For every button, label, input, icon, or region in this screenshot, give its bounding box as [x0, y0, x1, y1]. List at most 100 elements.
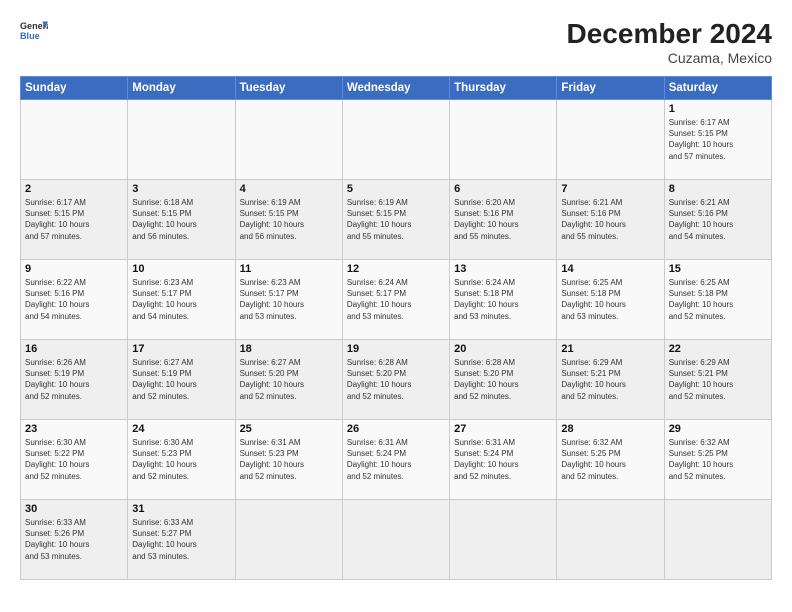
- day-info: Sunrise: 6:19 AM Sunset: 5:15 PM Dayligh…: [347, 197, 445, 242]
- day-number: 20: [454, 343, 552, 355]
- calendar-cell: [21, 100, 128, 180]
- day-info: Sunrise: 6:29 AM Sunset: 5:21 PM Dayligh…: [669, 357, 767, 402]
- calendar-cell: 26 Sunrise: 6:31 AM Sunset: 5:24 PM Dayli…: [342, 420, 449, 500]
- calendar-cell: 11 Sunrise: 6:23 AM Sunset: 5:17 PM Dayli…: [235, 260, 342, 340]
- day-info: Sunrise: 6:25 AM Sunset: 5:18 PM Dayligh…: [669, 277, 767, 322]
- day-number: 22: [669, 343, 767, 355]
- day-info: Sunrise: 6:31 AM Sunset: 5:24 PM Dayligh…: [347, 437, 445, 482]
- day-number: 6: [454, 183, 552, 195]
- calendar-cell: [557, 100, 664, 180]
- day-info: Sunrise: 6:31 AM Sunset: 5:23 PM Dayligh…: [240, 437, 338, 482]
- day-number: 4: [240, 183, 338, 195]
- calendar-cell: 8Sunrise: 6:21 AM Sunset: 5:16 PM Daylig…: [664, 180, 771, 260]
- day-number: 21: [561, 343, 659, 355]
- day-number: 13: [454, 263, 552, 275]
- calendar-cell: 2 Sunrise: 6:17 AM Sunset: 5:15 PM Daylig…: [21, 180, 128, 260]
- day-number: 2: [25, 183, 123, 195]
- week-row-6: 30Sunrise: 6:33 AM Sunset: 5:26 PM Dayli…: [21, 500, 772, 580]
- calendar-cell: 19Sunrise: 6:28 AM Sunset: 5:20 PM Dayli…: [342, 340, 449, 420]
- day-number: 26: [347, 423, 445, 435]
- calendar-cell: 7Sunrise: 6:21 AM Sunset: 5:16 PM Daylig…: [557, 180, 664, 260]
- calendar-cell: 30Sunrise: 6:33 AM Sunset: 5:26 PM Dayli…: [21, 500, 128, 580]
- calendar-cell: 18 Sunrise: 6:27 AM Sunset: 5:20 PM Dayli…: [235, 340, 342, 420]
- calendar-body: 1Sunrise: 6:17 AM Sunset: 5:15 PM Daylig…: [21, 100, 772, 580]
- day-info: Sunrise: 6:23 AM Sunset: 5:17 PM Dayligh…: [132, 277, 230, 322]
- calendar-cell: 3 Sunrise: 6:18 AM Sunset: 5:15 PM Daylig…: [128, 180, 235, 260]
- header-day-friday: Friday: [557, 77, 664, 100]
- calendar-cell: 20 Sunrise: 6:28 AM Sunset: 5:20 PM Dayli…: [450, 340, 557, 420]
- day-number: 29: [669, 423, 767, 435]
- day-info: Sunrise: 6:27 AM Sunset: 5:19 PM Dayligh…: [132, 357, 230, 402]
- day-info: Sunrise: 6:30 AM Sunset: 5:22 PM Dayligh…: [25, 437, 123, 482]
- day-info: Sunrise: 6:30 AM Sunset: 5:23 PM Dayligh…: [132, 437, 230, 482]
- week-row-2: 2 Sunrise: 6:17 AM Sunset: 5:15 PM Daylig…: [21, 180, 772, 260]
- calendar-cell: [235, 500, 342, 580]
- day-info: Sunrise: 6:24 AM Sunset: 5:18 PM Dayligh…: [454, 277, 552, 322]
- calendar-header: SundayMondayTuesdayWednesdayThursdayFrid…: [21, 77, 772, 100]
- day-info: Sunrise: 6:29 AM Sunset: 5:21 PM Dayligh…: [561, 357, 659, 402]
- calendar-cell: [128, 100, 235, 180]
- header-day-thursday: Thursday: [450, 77, 557, 100]
- calendar-cell: 22 Sunrise: 6:29 AM Sunset: 5:21 PM Dayli…: [664, 340, 771, 420]
- calendar-cell: 15Sunrise: 6:25 AM Sunset: 5:18 PM Dayli…: [664, 260, 771, 340]
- day-info: Sunrise: 6:22 AM Sunset: 5:16 PM Dayligh…: [25, 277, 123, 322]
- calendar-cell: [342, 500, 449, 580]
- day-info: Sunrise: 6:28 AM Sunset: 5:20 PM Dayligh…: [454, 357, 552, 402]
- title-block: December 2024 Cuzama, Mexico: [567, 18, 772, 66]
- day-info: Sunrise: 6:33 AM Sunset: 5:27 PM Dayligh…: [132, 517, 230, 562]
- day-number: 28: [561, 423, 659, 435]
- calendar-cell: [235, 100, 342, 180]
- day-number: 18: [240, 343, 338, 355]
- day-info: Sunrise: 6:26 AM Sunset: 5:19 PM Dayligh…: [25, 357, 123, 402]
- day-info: Sunrise: 6:19 AM Sunset: 5:15 PM Dayligh…: [240, 197, 338, 242]
- week-row-3: 9 Sunrise: 6:22 AM Sunset: 5:16 PM Daylig…: [21, 260, 772, 340]
- header-row: SundayMondayTuesdayWednesdayThursdayFrid…: [21, 77, 772, 100]
- day-info: Sunrise: 6:27 AM Sunset: 5:20 PM Dayligh…: [240, 357, 338, 402]
- week-row-4: 16Sunrise: 6:26 AM Sunset: 5:19 PM Dayli…: [21, 340, 772, 420]
- day-number: 23: [25, 423, 123, 435]
- calendar-cell: [342, 100, 449, 180]
- calendar-cell: 23 Sunrise: 6:30 AM Sunset: 5:22 PM Dayli…: [21, 420, 128, 500]
- day-info: Sunrise: 6:18 AM Sunset: 5:15 PM Dayligh…: [132, 197, 230, 242]
- calendar-cell: 17Sunrise: 6:27 AM Sunset: 5:19 PM Dayli…: [128, 340, 235, 420]
- calendar-cell: 14Sunrise: 6:25 AM Sunset: 5:18 PM Dayli…: [557, 260, 664, 340]
- day-number: 11: [240, 263, 338, 275]
- calendar-cell: 21 Sunrise: 6:29 AM Sunset: 5:21 PM Dayli…: [557, 340, 664, 420]
- logo-icon: General Blue: [20, 18, 48, 46]
- calendar-cell: 31Sunrise: 6:33 AM Sunset: 5:27 PM Dayli…: [128, 500, 235, 580]
- day-number: 10: [132, 263, 230, 275]
- calendar-cell: 5Sunrise: 6:19 AM Sunset: 5:15 PM Daylig…: [342, 180, 449, 260]
- day-info: Sunrise: 6:32 AM Sunset: 5:25 PM Dayligh…: [561, 437, 659, 482]
- month-title: December 2024: [567, 18, 772, 50]
- calendar-cell: 29Sunrise: 6:32 AM Sunset: 5:25 PM Dayli…: [664, 420, 771, 500]
- day-info: Sunrise: 6:31 AM Sunset: 5:24 PM Dayligh…: [454, 437, 552, 482]
- day-info: Sunrise: 6:17 AM Sunset: 5:15 PM Dayligh…: [669, 117, 767, 162]
- day-info: Sunrise: 6:33 AM Sunset: 5:26 PM Dayligh…: [25, 517, 123, 562]
- day-info: Sunrise: 6:20 AM Sunset: 5:16 PM Dayligh…: [454, 197, 552, 242]
- calendar-cell: 27 Sunrise: 6:31 AM Sunset: 5:24 PM Dayli…: [450, 420, 557, 500]
- calendar-cell: 1Sunrise: 6:17 AM Sunset: 5:15 PM Daylig…: [664, 100, 771, 180]
- day-info: Sunrise: 6:25 AM Sunset: 5:18 PM Dayligh…: [561, 277, 659, 322]
- day-number: 24: [132, 423, 230, 435]
- day-number: 27: [454, 423, 552, 435]
- calendar-cell: [664, 500, 771, 580]
- header-day-sunday: Sunday: [21, 77, 128, 100]
- calendar-cell: 6 Sunrise: 6:20 AM Sunset: 5:16 PM Daylig…: [450, 180, 557, 260]
- header-day-tuesday: Tuesday: [235, 77, 342, 100]
- location-subtitle: Cuzama, Mexico: [567, 50, 772, 66]
- calendar-table: SundayMondayTuesdayWednesdayThursdayFrid…: [20, 76, 772, 580]
- calendar-cell: 12Sunrise: 6:24 AM Sunset: 5:17 PM Dayli…: [342, 260, 449, 340]
- calendar-cell: 13 Sunrise: 6:24 AM Sunset: 5:18 PM Dayli…: [450, 260, 557, 340]
- day-number: 9: [25, 263, 123, 275]
- calendar-cell: 16Sunrise: 6:26 AM Sunset: 5:19 PM Dayli…: [21, 340, 128, 420]
- calendar-cell: 9 Sunrise: 6:22 AM Sunset: 5:16 PM Daylig…: [21, 260, 128, 340]
- day-info: Sunrise: 6:28 AM Sunset: 5:20 PM Dayligh…: [347, 357, 445, 402]
- day-info: Sunrise: 6:23 AM Sunset: 5:17 PM Dayligh…: [240, 277, 338, 322]
- calendar-cell: 10 Sunrise: 6:23 AM Sunset: 5:17 PM Dayli…: [128, 260, 235, 340]
- day-info: Sunrise: 6:17 AM Sunset: 5:15 PM Dayligh…: [25, 197, 123, 242]
- svg-text:Blue: Blue: [20, 31, 40, 41]
- calendar-cell: 24 Sunrise: 6:30 AM Sunset: 5:23 PM Dayli…: [128, 420, 235, 500]
- header-day-saturday: Saturday: [664, 77, 771, 100]
- day-number: 3: [132, 183, 230, 195]
- calendar-cell: [557, 500, 664, 580]
